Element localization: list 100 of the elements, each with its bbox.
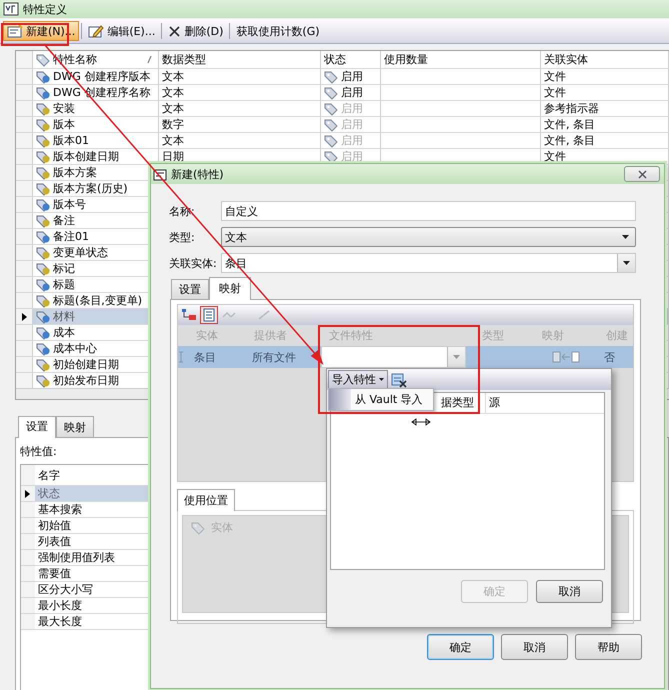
table-cell: 启用 [341, 117, 363, 132]
dropdown-arrow-icon [623, 261, 630, 265]
column-header[interactable]: 源 [486, 393, 604, 413]
tag-icon [324, 102, 338, 116]
tab[interactable]: 使用位置 [177, 489, 235, 511]
property-icon [36, 262, 50, 276]
property-icon [36, 310, 50, 324]
tag-icon [324, 70, 338, 84]
tag-icon [36, 52, 50, 66]
property-icon [36, 294, 50, 308]
property-icon [36, 118, 50, 132]
table-cell: 启用 [341, 101, 363, 116]
property-icon [36, 326, 50, 340]
dialog-button[interactable]: 取消 [501, 634, 568, 660]
menu-item[interactable]: 从 Vault 导入 [329, 389, 433, 410]
dialog-button[interactable]: 帮助 [575, 634, 642, 660]
column-header[interactable]: 关联实体 [541, 51, 669, 69]
section-label: 特性值: [20, 444, 58, 459]
row-marker-icon [23, 488, 32, 500]
table-cell: 版本方案 [53, 165, 97, 180]
table-cell: 参考指示器 [541, 101, 669, 117]
table-cell: 初始发布日期 [53, 373, 119, 388]
table-cell: 版本方案(历史) [53, 181, 128, 196]
delete-icon [168, 24, 182, 38]
row-header [21, 465, 35, 486]
property-icon [36, 214, 50, 228]
tab[interactable]: 设置 [18, 416, 56, 438]
mapping-icon[interactable] [181, 307, 197, 323]
tag-icon [324, 118, 338, 132]
sort-icon[interactable] [147, 55, 152, 64]
table-cell: 文件 [541, 69, 669, 85]
table-cell: 文本 [159, 133, 321, 149]
table-cell: 文件, 条目 [541, 133, 669, 149]
table-row[interactable]: 安装 文本 启用 参考指示器 [16, 101, 669, 117]
property-icon [36, 102, 50, 116]
table-cell: 文本 [159, 69, 321, 85]
table-cell: 备注01 [53, 229, 89, 244]
table-row[interactable]: 版本01 文本 启用 文件, 条目 [16, 133, 669, 149]
table-row[interactable]: 版本 数字 启用 文件, 条目 [16, 117, 669, 133]
table-cell: 标题 [53, 277, 75, 292]
dialog-button[interactable]: 确定 [427, 634, 494, 660]
table-cell: 变更单状态 [53, 245, 108, 260]
property-icon [36, 150, 50, 164]
close-icon [638, 170, 646, 178]
dialog-title: 新建(特性) [171, 166, 224, 182]
column-header[interactable]: 使用数量 [381, 51, 541, 69]
form-view-icon[interactable] [200, 306, 218, 324]
table-cell-text: 所有文件 [251, 350, 297, 364]
row-header[interactable] [21, 486, 35, 502]
table-cell-text: 否 [603, 350, 616, 364]
clear-list-icon[interactable] [391, 372, 407, 388]
table-cell: 文本 [159, 101, 321, 117]
table-cell: 版本创建日期 [53, 149, 119, 164]
table-cell: 材料 [53, 309, 75, 324]
tab[interactable]: 映射 [209, 277, 251, 300]
tag-icon [324, 150, 338, 164]
text-cursor-icon [178, 351, 184, 363]
property-icon [36, 198, 50, 212]
table-cell: 成本中心 [53, 341, 97, 356]
table-cell: 成本 [53, 325, 75, 340]
table-cell: 文件, 条目 [541, 117, 669, 133]
property-icon [36, 230, 50, 244]
text-field[interactable]: 自定义 [221, 201, 636, 221]
window-title: 特性定义 [23, 2, 67, 16]
row-header[interactable] [16, 309, 33, 325]
tag-icon [324, 134, 338, 148]
table-cell: 版本01 [53, 133, 89, 148]
close-button[interactable] [624, 166, 660, 182]
import-menu-button[interactable]: 导入特性 [328, 370, 388, 389]
resize-cursor-icon [411, 417, 431, 427]
toolbar-button[interactable]: 删除(D) [164, 21, 228, 41]
tab[interactable]: 设置 [171, 279, 209, 299]
mapping-row[interactable]: 条目 所有文件 否 [178, 346, 633, 368]
property-icon [36, 246, 50, 260]
property-icon [36, 166, 50, 180]
field-label: 类型: [169, 230, 196, 244]
caret-icon [379, 378, 384, 381]
table-cell: 版本号 [53, 197, 86, 212]
tab[interactable]: 映射 [56, 416, 94, 437]
row-marker-icon [20, 310, 29, 322]
table-cell: 备注 [53, 213, 75, 228]
dialog-button[interactable]: 取消 [536, 580, 603, 603]
property-icon [36, 182, 50, 196]
type-dropdown[interactable]: 文本 [221, 227, 636, 247]
toolbar-button[interactable]: 获取使用计数(G) [232, 21, 324, 41]
table-cell: 文件 [541, 85, 669, 101]
toolbar-button[interactable]: 编辑(E)... [84, 21, 160, 41]
dropdown-arrow-icon [622, 235, 629, 239]
edit-icon [88, 24, 104, 38]
tag-icon [191, 520, 205, 534]
property-icon [36, 342, 50, 356]
column-header[interactable]: 数据类型 [159, 51, 321, 69]
new-document-icon [7, 24, 23, 38]
property-icon [36, 278, 50, 292]
dropdown-arrow-icon [453, 355, 460, 359]
app-icon [3, 1, 19, 17]
table-cell: 标记 [53, 261, 75, 276]
table-cell: 文本 [159, 85, 321, 101]
property-icon [36, 70, 50, 84]
column-header[interactable]: 状态 [321, 51, 381, 69]
